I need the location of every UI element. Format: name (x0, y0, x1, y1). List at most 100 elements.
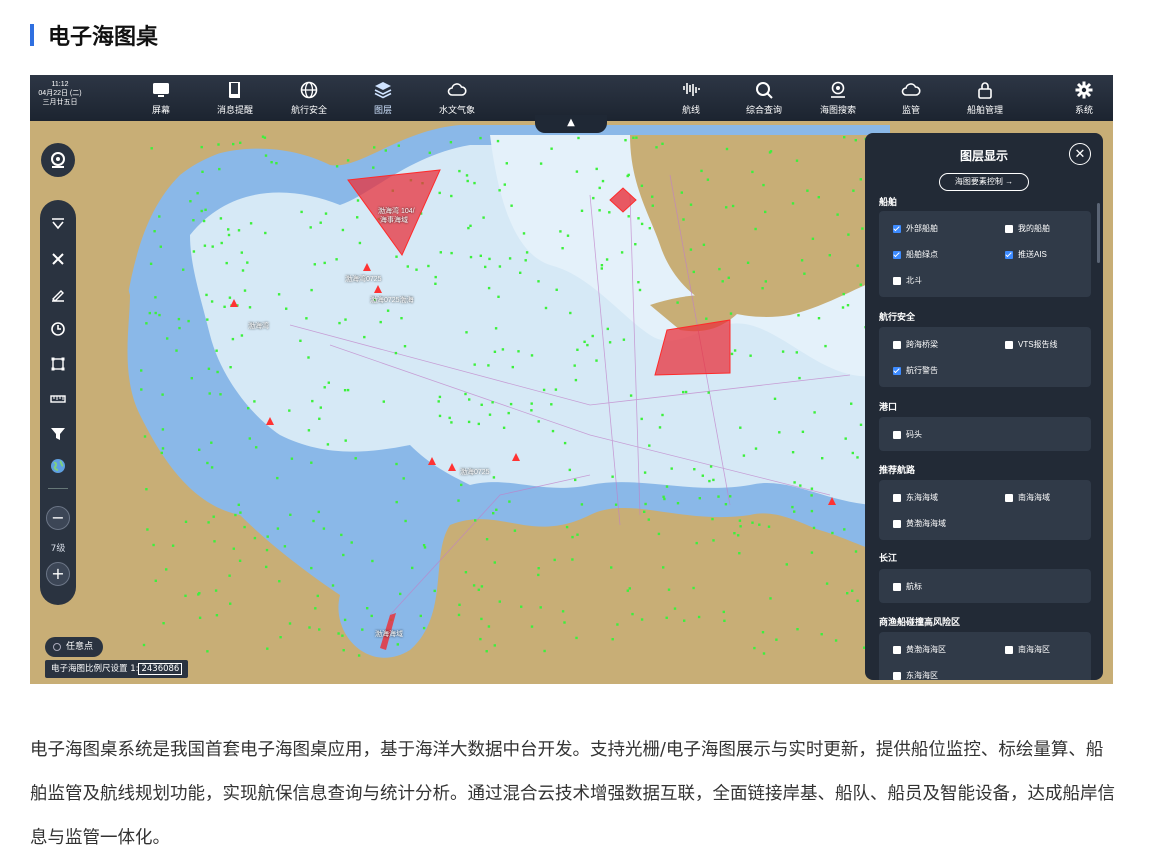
ship-dot (775, 638, 778, 641)
ship-dot (175, 349, 178, 352)
ship-dot (563, 621, 566, 624)
tool-history[interactable] (44, 315, 72, 343)
ship-dot (543, 649, 546, 653)
ship-dot (751, 521, 754, 524)
tool-draw[interactable] (44, 280, 72, 308)
ship-dot (311, 399, 314, 403)
ship-dot (801, 430, 805, 433)
checkbox-yellow-bohai[interactable]: 黄渤海海域 (893, 518, 946, 529)
ship-dot (350, 541, 353, 544)
ship-dot (709, 465, 713, 468)
ship-dot (742, 454, 746, 457)
checkbox-east-sea[interactable]: 东海海域 (893, 492, 938, 503)
checkbox-ship-dots[interactable]: 船舶绿点 (893, 249, 938, 260)
ship-dot (264, 154, 268, 157)
checkbox-vts-line[interactable]: VTS报告线 (1005, 339, 1058, 350)
ship-dot (574, 478, 577, 482)
checkbox-wharf[interactable]: 码头 (893, 429, 922, 440)
tool-dropdown[interactable] (44, 210, 72, 238)
checkbox-buoy[interactable]: 航标 (893, 581, 922, 592)
ship-dot (554, 388, 558, 391)
ship-dot (290, 457, 294, 460)
ship-dot (198, 448, 201, 451)
ship-dot (358, 241, 362, 245)
ship-dot (211, 245, 214, 248)
scale-setting[interactable]: 电子海图比例尺设置 1: 2436086 (45, 660, 189, 678)
ship-dot (682, 390, 685, 394)
ship-dot (746, 261, 750, 264)
ship-dot (207, 367, 211, 370)
ship-dot (341, 228, 345, 232)
zoom-level: 7级 (50, 544, 66, 554)
checkbox-south-sea[interactable]: 南海海域 (1005, 492, 1050, 503)
ship-dot (479, 254, 482, 257)
tool-area[interactable] (44, 350, 72, 378)
tool-measure[interactable] (44, 385, 72, 413)
nav-screen[interactable]: 屏幕 (126, 75, 196, 121)
nav-messages[interactable]: 消息提醒 (200, 75, 270, 121)
nav-layers[interactable]: 图层 (348, 75, 418, 121)
nav-comprehensive-query[interactable]: 综合查询 (729, 75, 799, 121)
ship-dot (152, 543, 155, 547)
nav-label: 监管 (901, 105, 920, 115)
nav-navigation-safety[interactable]: 航行安全 (274, 75, 344, 121)
zoom-in-button[interactable]: + (46, 562, 70, 586)
ship-dot (331, 584, 335, 587)
checkbox-external-ships[interactable]: 外部船舶 (893, 223, 938, 234)
monitor-icon (153, 83, 169, 97)
map-label: 渤海0725 (460, 469, 490, 476)
ship-dot (148, 311, 151, 315)
checkbox-bridges[interactable]: 跨海桥梁 (893, 339, 938, 350)
ship-dot (574, 378, 578, 382)
any-point-button[interactable]: 任意点 (45, 637, 104, 657)
locate-button[interactable] (41, 143, 75, 177)
ship-dot (576, 533, 579, 536)
ship-dot (354, 457, 357, 460)
checkbox-yellow-bohai-area[interactable]: 黄渤海海区 (893, 644, 946, 655)
ship-dot (640, 417, 643, 421)
ship-dot (161, 428, 165, 431)
ship-dot (828, 254, 831, 257)
nav-chart-search[interactable]: 海图搜索 (803, 75, 873, 121)
ship-dot (487, 364, 490, 367)
ship-dot (530, 402, 533, 405)
ship-dot (661, 142, 664, 145)
collapse-toolbar-button[interactable]: ▲ (535, 115, 607, 133)
ship-dot (859, 283, 862, 286)
checkbox-south-sea-area[interactable]: 南海海区 (1005, 644, 1050, 655)
ship-dot (406, 265, 409, 268)
ship-dot (253, 400, 256, 403)
nav-hydro-weather[interactable]: 水文气象 (422, 75, 492, 121)
checkbox-nav-warning[interactable]: 航行警告 (893, 365, 938, 376)
scrollbar[interactable] (1097, 203, 1100, 263)
zoom-out-button[interactable]: − (46, 506, 70, 530)
ship-dot (493, 350, 497, 353)
close-icon[interactable]: ✕ (1069, 143, 1091, 165)
ship-dot (465, 331, 468, 334)
ship-dot (810, 551, 814, 554)
ship-dot (153, 230, 156, 233)
chart-feature-control-button[interactable]: 海图要素控制 → (939, 173, 1029, 191)
ship-dot (458, 169, 461, 173)
checkbox-east-sea-area[interactable]: 东海海区 (893, 670, 938, 680)
nav-route[interactable]: 航线 (656, 75, 726, 121)
scale-value[interactable]: 2436086 (138, 663, 183, 675)
ship-dot (761, 287, 764, 290)
nav-ship-management[interactable]: 船舶管理 (950, 75, 1020, 121)
cloud-icon (901, 83, 921, 96)
ship-dot (253, 536, 257, 540)
nav-system[interactable]: 系统 (1054, 75, 1113, 121)
checkbox-push-ais[interactable]: 推送AIS (1005, 249, 1047, 260)
nav-supervision[interactable]: 监管 (876, 75, 946, 121)
ship-dot (663, 497, 666, 501)
ship-dot (611, 475, 614, 478)
ship-dot (851, 589, 854, 592)
checkbox-beidou[interactable]: 北斗 (893, 275, 922, 286)
checkbox-my-ships[interactable]: 我的船舶 (1005, 223, 1050, 234)
tool-filter[interactable] (44, 420, 72, 448)
ship-dot (496, 139, 500, 143)
tool-clear[interactable] (44, 245, 72, 273)
tool-globe[interactable] (44, 452, 72, 480)
ship-dot (856, 599, 859, 602)
ship-dot (497, 295, 500, 298)
